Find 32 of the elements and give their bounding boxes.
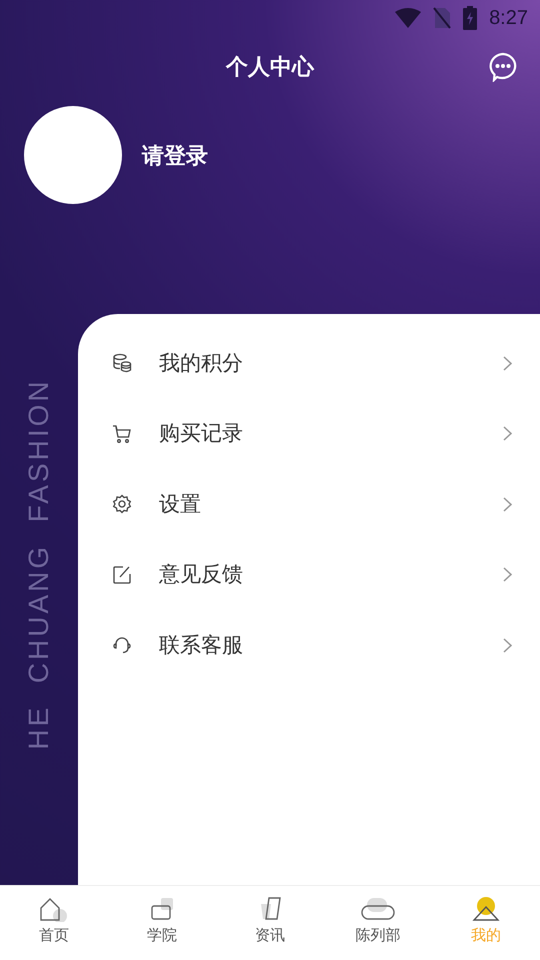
chevron-right-icon bbox=[503, 426, 512, 442]
edit-icon bbox=[112, 564, 132, 585]
login-link[interactable]: 请登录 bbox=[142, 138, 208, 172]
page-title: 个人中心 bbox=[226, 52, 314, 80]
menu-item[interactable]: 我的积分 bbox=[78, 328, 540, 398]
menu-item[interactable]: 联系客服 bbox=[78, 610, 540, 680]
chevron-right-icon bbox=[503, 638, 512, 653]
no-sim-icon bbox=[433, 7, 452, 29]
menu-item[interactable]: 购买记录 bbox=[78, 398, 540, 469]
clock-time: 8:27 bbox=[489, 6, 528, 31]
headset-icon bbox=[112, 635, 132, 656]
cart-icon bbox=[112, 424, 132, 444]
nav-tab[interactable]: 学院 bbox=[108, 886, 216, 960]
chevron-right-icon bbox=[503, 496, 512, 512]
vertical-brand-text: HE CHUANG FASHION bbox=[25, 378, 53, 750]
triangle-icon bbox=[472, 896, 500, 922]
chevron-right-icon bbox=[503, 567, 512, 582]
nav-tab[interactable]: 陈列部 bbox=[324, 886, 432, 960]
message-icon[interactable] bbox=[488, 52, 518, 82]
nav-tab[interactable]: 首页 bbox=[0, 886, 108, 960]
wifi-icon bbox=[395, 8, 422, 28]
cards-icon bbox=[150, 896, 174, 922]
menu-item[interactable]: 设置 bbox=[78, 469, 540, 540]
menu-item[interactable]: 意见反馈 bbox=[78, 540, 540, 610]
settings-icon bbox=[112, 494, 132, 514]
nav-tab[interactable]: 资讯 bbox=[216, 886, 324, 960]
home-icon bbox=[38, 896, 70, 922]
battery-icon bbox=[463, 6, 478, 30]
document-icon bbox=[259, 896, 281, 922]
coins-icon bbox=[112, 353, 132, 374]
capsule-icon bbox=[361, 896, 395, 922]
chevron-right-icon bbox=[503, 356, 512, 371]
